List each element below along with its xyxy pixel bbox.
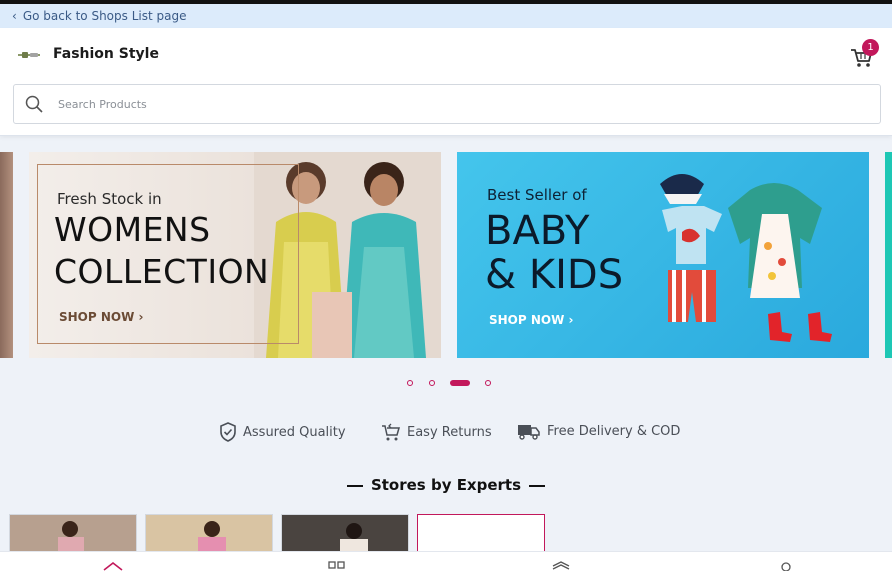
back-to-shops-link[interactable]: ‹ Go back to Shops List page: [0, 4, 892, 28]
banner-subtitle: Best Seller of: [487, 186, 587, 204]
box-icon[interactable]: [551, 560, 571, 571]
shop-now-button[interactable]: SHOP NOW ›: [59, 310, 143, 324]
feature-label: Assured Quality: [243, 424, 346, 440]
store-card[interactable]: [281, 514, 409, 554]
chevron-left-icon: ‹: [12, 9, 17, 23]
search-input[interactable]: [58, 97, 838, 111]
store-card[interactable]: [9, 514, 137, 554]
store-card-selected[interactable]: [417, 514, 545, 554]
bottom-navigation: [0, 551, 892, 571]
store-card[interactable]: [145, 514, 273, 554]
section-heading: Stores by Experts: [0, 476, 892, 494]
carousel-dot[interactable]: [407, 380, 413, 386]
banner-headline-1: WOMENS: [54, 210, 211, 249]
carousel-dot[interactable]: [429, 380, 435, 386]
feature-assured-quality: Assured Quality: [219, 422, 346, 442]
feature-free-delivery: Free Delivery & COD: [517, 422, 680, 440]
carousel-pagination: [0, 378, 892, 388]
banner-baby-kids[interactable]: Best Seller of BABY & KIDS SHOP NOW ›: [457, 152, 869, 358]
store-thumbnail: [282, 515, 408, 553]
heading-dash-right: [529, 484, 546, 487]
shop-logo: [18, 52, 40, 58]
shop-header: Fashion Style 1: [0, 28, 892, 136]
search-icon: [25, 95, 43, 113]
account-icon[interactable]: [780, 560, 792, 571]
previous-banner-peek[interactable]: [0, 152, 13, 358]
shop-name: Fashion Style: [53, 46, 159, 62]
banner-womens-collection[interactable]: Fresh Stock in WOMENS COLLECTION SHOP NO…: [29, 152, 441, 358]
cart-count-badge: 1: [862, 39, 879, 56]
carousel-dot-active[interactable]: [450, 380, 470, 386]
back-link-label: Go back to Shops List page: [22, 9, 187, 23]
feature-label: Easy Returns: [407, 424, 492, 440]
banner-headline-1: BABY: [485, 208, 590, 254]
promo-carousel[interactable]: Fresh Stock in WOMENS COLLECTION SHOP NO…: [0, 152, 892, 358]
carousel-dot[interactable]: [485, 380, 491, 386]
store-thumbnail: [146, 515, 272, 553]
banner-subtitle: Fresh Stock in: [57, 190, 162, 208]
store-thumbnail: [10, 515, 136, 553]
section-title-text: Stores by Experts: [370, 476, 522, 494]
home-icon[interactable]: [103, 560, 123, 571]
shop-now-button[interactable]: SHOP NOW ›: [489, 313, 573, 327]
categories-icon[interactable]: [328, 560, 346, 571]
heading-dash-left: [346, 484, 363, 487]
next-banner-peek[interactable]: [885, 152, 892, 358]
feature-easy-returns: Easy Returns: [381, 422, 492, 442]
shield-check-icon: [220, 422, 236, 442]
stores-list: [0, 514, 892, 554]
cart-return-icon: [382, 423, 400, 441]
banner-headline-2: & KIDS: [485, 252, 624, 298]
feature-label: Free Delivery & COD: [547, 423, 681, 439]
truck-icon: [518, 425, 540, 440]
search-bar[interactable]: [13, 84, 881, 124]
feature-highlights: Assured Quality Easy Returns Free Delive…: [0, 422, 892, 446]
banner-headline-2: COLLECTION: [54, 252, 270, 291]
kids-clothes-image: [660, 174, 832, 342]
